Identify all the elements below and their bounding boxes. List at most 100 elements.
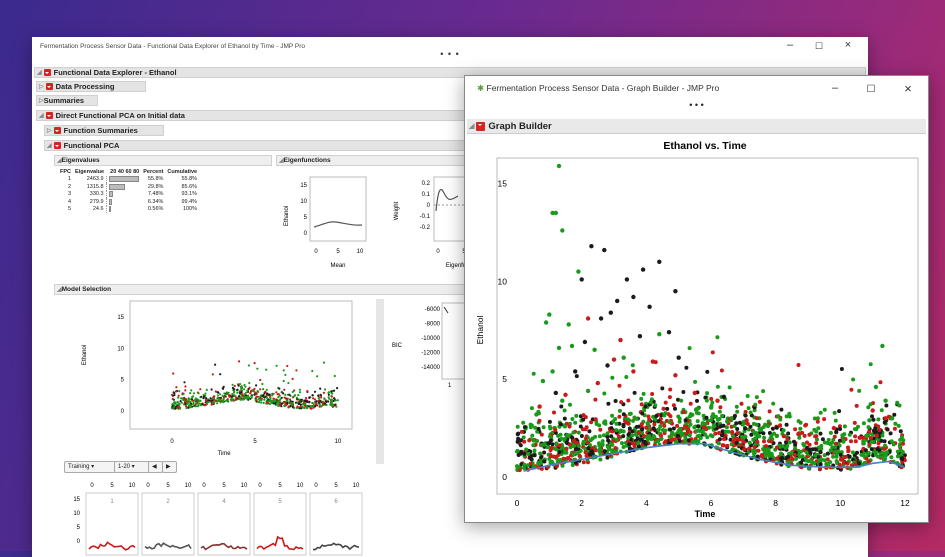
cloud-point	[847, 454, 852, 459]
tick-label: 0	[170, 439, 174, 445]
disclosure-icon[interactable]: ◢	[469, 122, 474, 130]
cloud-point	[776, 414, 781, 419]
graph-builder-window: ✱ Fermentation Process Sensor Data - Gra…	[464, 75, 929, 523]
model-point	[248, 381, 251, 385]
cloud-point	[766, 424, 770, 429]
training-dropdown[interactable]: Training ▾	[64, 461, 116, 473]
eig-col-header: FPC	[60, 168, 71, 175]
cloud-point	[696, 439, 701, 444]
model-point	[283, 388, 286, 391]
cloud-point	[586, 446, 591, 451]
scatter-point	[744, 418, 749, 423]
cloud-point	[667, 420, 672, 425]
cloud-point	[882, 420, 887, 425]
graph-builder-header[interactable]: ◢ Graph Builder	[467, 119, 926, 134]
cloud-point	[663, 428, 668, 433]
next-button[interactable]: ▶	[162, 461, 177, 473]
tick-label: 15	[117, 315, 124, 321]
close-button[interactable]: ×	[838, 39, 858, 51]
eig-bar-cell	[105, 175, 142, 183]
tick-label: 0.1	[422, 192, 431, 198]
gb-maximize-button[interactable]: ☐	[861, 84, 881, 95]
eigenfunctions-header[interactable]: ◢ Eigenfunctions	[276, 155, 466, 166]
function-summaries-header[interactable]: ▷ Function Summaries	[44, 125, 164, 136]
cloud-point	[734, 404, 739, 409]
cloud-point	[653, 403, 658, 408]
disclosure-icon[interactable]: ◢	[37, 69, 42, 76]
red-triangle-icon[interactable]	[476, 121, 486, 131]
model-point	[287, 405, 290, 408]
model-point	[329, 403, 332, 406]
cloud-point	[521, 420, 526, 425]
range-dropdown[interactable]: 1-20 ▾	[114, 461, 152, 473]
cloud-point	[522, 451, 527, 456]
model-point	[317, 400, 320, 403]
cloud-point	[798, 420, 803, 425]
gb-menu-dots[interactable]: • • •	[465, 100, 928, 110]
model-point	[192, 401, 195, 404]
cloud-point	[643, 404, 648, 409]
cloud-point	[743, 426, 748, 431]
bic-xtick: 1	[448, 383, 452, 389]
scatter-point	[589, 244, 594, 249]
cloud-point	[614, 421, 619, 426]
red-triangle-icon[interactable]	[45, 112, 53, 119]
disclosure-icon[interactable]: ▷	[39, 83, 44, 90]
cloud-point	[546, 444, 551, 449]
eig-bar	[108, 176, 140, 183]
cloud-point	[709, 405, 713, 410]
red-triangle-icon[interactable]	[53, 142, 61, 149]
model-point	[199, 388, 202, 391]
cloud-point	[598, 457, 603, 462]
red-triangle-icon[interactable]	[53, 127, 61, 134]
scatter-point	[592, 347, 597, 352]
cloud-point	[659, 420, 664, 425]
model-point	[271, 399, 274, 402]
cloud-point	[605, 431, 610, 436]
model-point	[276, 393, 279, 396]
cloud-point	[558, 422, 563, 427]
minimize-button[interactable]: –	[780, 39, 800, 51]
model-point	[256, 367, 259, 370]
prev-button[interactable]: ◀	[148, 461, 163, 473]
data-processing-header[interactable]: ▷ Data Processing	[36, 81, 146, 92]
fde-window-title: Fermentation Process Sensor Data - Funct…	[40, 43, 306, 50]
cloud-point	[794, 456, 798, 461]
scatter-point	[553, 390, 558, 396]
cloud-point	[515, 439, 520, 444]
red-triangle-icon[interactable]	[45, 83, 53, 90]
model-point	[322, 361, 326, 364]
summaries-header[interactable]: ▷ Summaries	[36, 95, 98, 106]
thumb-xtick: 10	[129, 483, 136, 489]
cloud-point	[816, 426, 821, 431]
cloud-point	[548, 454, 553, 459]
prev-icon: ◀	[152, 464, 157, 470]
cloud-point	[790, 456, 795, 461]
gb-minimize-button[interactable]: –	[825, 82, 845, 94]
cloud-point	[526, 451, 531, 456]
cloud-point	[644, 425, 649, 430]
training-label: Training	[68, 464, 90, 470]
gb-close-button[interactable]: ×	[898, 81, 918, 96]
cloud-point	[671, 426, 676, 431]
disclosure-icon[interactable]: ◢	[39, 112, 44, 119]
disclosure-icon[interactable]: ◢	[47, 142, 52, 149]
menu-dots[interactable]: • • •	[32, 50, 868, 59]
red-triangle-icon[interactable]	[43, 69, 51, 76]
cloud-point	[687, 432, 692, 437]
cloud-point	[683, 418, 688, 423]
scatter-point	[880, 343, 885, 349]
eigenvalues-header[interactable]: ◢ Eigenvalues	[54, 155, 272, 166]
tick-label: 5	[304, 215, 308, 221]
cloud-point	[838, 427, 842, 431]
cloud-point	[522, 439, 527, 444]
cloud-point	[548, 434, 552, 439]
model-point	[184, 389, 187, 392]
cloud-point	[800, 430, 805, 435]
scatter-point	[553, 210, 558, 216]
disclosure-icon[interactable]: ▷	[47, 127, 52, 134]
model-scrollbar[interactable]	[376, 299, 384, 464]
cloud-point	[574, 413, 579, 418]
cloud-point	[547, 419, 552, 424]
model-point	[177, 394, 180, 397]
